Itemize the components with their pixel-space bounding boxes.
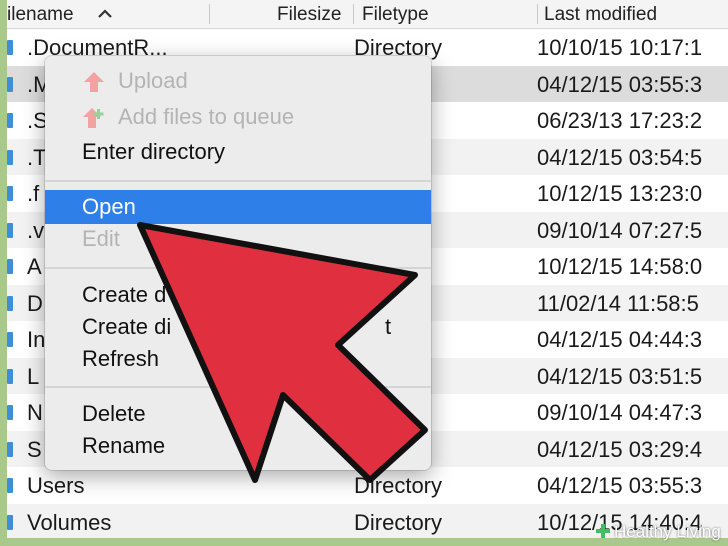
file-name: L	[27, 363, 40, 389]
menu-item-label: Upload	[118, 68, 188, 93]
menu-separator	[45, 180, 431, 182]
menu-item-label: Create di	[82, 314, 172, 339]
folder-icon	[7, 113, 13, 128]
file-modified: 09/10/14 07:27:5	[537, 217, 703, 243]
sort-ascending-icon[interactable]	[98, 9, 112, 18]
filesize-header-label: Filesize	[277, 4, 342, 25]
column-header: ilename Filesize Filetype Last modified	[7, 0, 728, 29]
watermark-text: Healthy Living	[614, 522, 721, 541]
menu-item-delete[interactable]: Delete	[45, 397, 431, 431]
table-row[interactable]: Users Directory 04/12/15 03:55:3	[7, 467, 728, 504]
file-modified: 04/12/15 04:44:3	[537, 327, 703, 352]
modified-column-header[interactable]: Last modified	[544, 0, 728, 28]
file-name: .T	[27, 144, 47, 170]
filetype-header-label: Filetype	[362, 4, 429, 25]
file-modified: 04/12/15 03:54:5	[537, 144, 703, 170]
menu-item-create-directory-enter[interactable]: Create di t	[45, 310, 431, 344]
menu-item-add-to-queue[interactable]: Add files to queue	[45, 100, 431, 134]
file-modified: 04/12/15 03:29:4	[537, 436, 703, 462]
folder-icon	[7, 186, 13, 201]
file-modified: 11/02/14 11:58:5	[537, 290, 699, 316]
file-name: .v	[27, 217, 45, 243]
file-modified: 06/23/13 17:23:2	[537, 108, 703, 133]
file-name: A	[27, 254, 42, 279]
menu-item-upload[interactable]: Upload	[45, 64, 431, 98]
folder-icon	[7, 332, 13, 347]
menu-item-label: Rename	[82, 433, 166, 458]
file-name: S	[27, 436, 42, 462]
file-type: Directory	[354, 509, 443, 535]
folder-icon	[7, 40, 13, 55]
folder-icon	[7, 441, 13, 457]
file-modified: 10/12/15 13:23:0	[537, 181, 703, 206]
menu-separator	[45, 386, 431, 388]
menu-item-create-directory[interactable]: Create d	[45, 278, 431, 312]
menu-item-label-tail: t	[385, 314, 392, 339]
file-modified: 04/12/15 03:55:3	[537, 71, 703, 97]
folder-icon	[7, 149, 13, 165]
plus-logo-icon	[596, 524, 610, 538]
menu-separator	[45, 267, 431, 269]
file-modified: 10/12/15 14:58:0	[537, 254, 703, 279]
filesize-column-header[interactable]: Filesize	[277, 0, 351, 28]
file-modified: 04/12/15 03:51:5	[537, 363, 703, 389]
file-modified: 04/12/15 03:55:3	[537, 473, 703, 498]
context-menu: Upload Add files to queue Enter director…	[45, 56, 431, 470]
menu-item-label: Refresh	[82, 346, 160, 371]
menu-item-rename[interactable]: Rename	[45, 429, 431, 463]
file-name: Users	[27, 473, 85, 498]
filetype-column-header[interactable]: Filetype	[362, 0, 532, 28]
menu-item-label: Delete	[82, 401, 146, 426]
folder-icon	[7, 222, 13, 238]
file-name: In	[27, 327, 46, 352]
add-queue-icon	[83, 108, 104, 128]
menu-item-open[interactable]: Open	[45, 190, 431, 224]
file-modified: 10/10/15 10:17:1	[537, 35, 703, 60]
menu-item-edit[interactable]: Edit	[45, 222, 431, 256]
file-name: D	[27, 290, 43, 316]
column-divider[interactable]	[209, 4, 210, 24]
upload-arrow-icon	[84, 72, 104, 92]
menu-item-label: Open	[82, 194, 136, 219]
file-type: Directory	[354, 473, 443, 498]
file-name: .f	[27, 181, 40, 206]
folder-icon	[7, 514, 13, 530]
file-modified: 09/10/14 04:47:3	[537, 400, 703, 425]
menu-item-label: Add files to queue	[118, 104, 295, 129]
menu-item-refresh[interactable]: Refresh	[45, 342, 431, 376]
file-name: Volumes	[27, 509, 112, 535]
folder-icon	[7, 295, 13, 311]
modified-header-label: Last modified	[544, 4, 658, 25]
column-divider[interactable]	[537, 4, 538, 24]
folder-icon	[7, 259, 13, 274]
menu-item-label: Enter directory	[82, 139, 226, 164]
filename-header-label: ilename	[7, 4, 74, 25]
folder-icon	[7, 405, 13, 420]
column-divider[interactable]	[353, 4, 354, 24]
menu-item-enter-directory[interactable]: Enter directory	[45, 135, 431, 169]
folder-icon	[7, 478, 13, 493]
menu-item-label: Edit	[82, 226, 120, 251]
file-name: N	[27, 400, 43, 425]
menu-item-label: Create d	[82, 282, 167, 307]
folder-icon	[7, 368, 13, 384]
folder-icon	[7, 76, 13, 92]
